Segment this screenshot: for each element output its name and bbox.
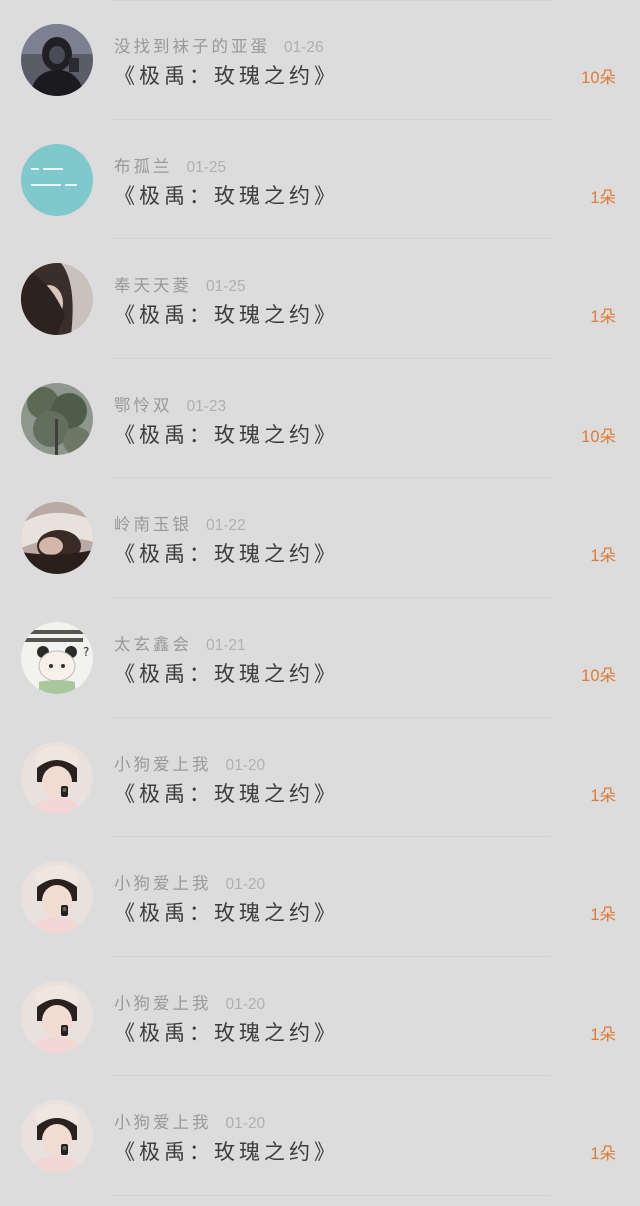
gift-title: 《极禹：玫瑰之约》	[114, 662, 339, 686]
gift-count: 10朵	[581, 667, 616, 685]
dark-hooded-avatar-icon	[21, 24, 93, 96]
gift-title: 《极禹：玫瑰之约》	[114, 64, 339, 88]
gift-title: 《极禹：玫瑰之约》	[114, 542, 339, 567]
avatar[interactable]	[21, 24, 93, 96]
send-date: 01-23	[186, 397, 227, 415]
send-date: 01-20	[225, 756, 266, 774]
list-item[interactable]: 布孤兰 01-25 《极禹：玫瑰之约》 1朵	[0, 120, 640, 240]
gift-count: 1朵	[590, 786, 616, 805]
gift-count: 10朵	[581, 427, 616, 446]
send-date: 01-20	[225, 1115, 266, 1133]
list-item[interactable]: 鄂怜双 01-23 《极禹：玫瑰之约》 10朵	[0, 359, 640, 479]
svg-text:?: ?	[83, 645, 89, 659]
list-item[interactable]: 奉天天菱 01-25 《极禹：玫瑰之约》 1朵	[0, 239, 640, 359]
list-item[interactable]: 小狗爱上我 01-20 《极禹：玫瑰之约》 1朵	[0, 957, 640, 1077]
username[interactable]: 奉天天菱 01-25	[114, 272, 246, 296]
tree-avatar-icon	[21, 382, 93, 455]
girl-with-camera-avatar-icon	[21, 741, 93, 814]
username[interactable]: 鄂怜双 01-23	[114, 392, 226, 416]
gift-count: 1朵	[590, 1145, 616, 1164]
avatar[interactable]	[21, 861, 93, 934]
avatar[interactable]: ?	[21, 622, 93, 694]
send-date: 01-26	[284, 39, 324, 56]
girl-with-camera-avatar-icon	[21, 980, 93, 1053]
avatar[interactable]	[21, 741, 93, 814]
gift-title: 《极禹：玫瑰之约》	[114, 1020, 339, 1045]
gift-count: 10朵	[581, 69, 616, 87]
send-date: 01-25	[206, 278, 246, 296]
list-item[interactable]: 岭南玉银 01-22 《极禹：玫瑰之约》 1朵	[0, 478, 640, 598]
avatar[interactable]	[21, 1100, 93, 1173]
send-date: 01-21	[206, 637, 246, 654]
username[interactable]: 小狗爱上我 01-20	[114, 870, 265, 894]
avatar[interactable]	[21, 502, 93, 575]
gift-title: 《极禹：玫瑰之约》	[114, 422, 339, 447]
gift-title: 《极禹：玫瑰之约》	[114, 1140, 339, 1165]
avatar[interactable]	[21, 263, 93, 336]
username[interactable]: 岭南玉银 01-22	[114, 511, 246, 535]
divider	[112, 1194, 550, 1196]
list-item[interactable]: 小狗爱上我 01-20 《极禹：玫瑰之约》 1朵	[0, 837, 640, 957]
username[interactable]: 小狗爱上我 01-20	[114, 990, 265, 1014]
gift-title: 《极禹：玫瑰之约》	[114, 901, 339, 926]
girl-with-camera-avatar-icon	[21, 1100, 93, 1173]
gift-title: 《极禹：玫瑰之约》	[114, 303, 339, 328]
gift-count: 1朵	[590, 188, 616, 207]
list-item[interactable]: 没找到袜子的亚蛋 01-26 《极禹：玫瑰之约》 10朵	[0, 0, 640, 120]
username[interactable]: 没找到袜子的亚蛋 01-26	[114, 33, 324, 57]
hair-portrait-avatar-icon	[21, 263, 93, 336]
gift-title: 《极禹：玫瑰之约》	[114, 781, 339, 806]
avatar[interactable]	[21, 143, 93, 216]
gift-count: 1朵	[590, 547, 616, 566]
gift-record-list: 没找到袜子的亚蛋 01-26 《极禹：玫瑰之约》 10朵 布孤兰 01-25 《极禹…	[0, 0, 640, 1206]
list-item[interactable]: 小狗爱上我 01-20 《极禹：玫瑰之约》 1朵	[0, 1076, 640, 1196]
gift-count: 1朵	[590, 308, 616, 327]
gift-title: 《极禹：玫瑰之约》	[114, 183, 339, 208]
username[interactable]: 布孤兰 01-25	[114, 153, 226, 177]
gift-count: 1朵	[590, 906, 616, 925]
username[interactable]: 小狗爱上我 01-20	[114, 1109, 265, 1133]
sleeping-girl-avatar-icon	[21, 502, 93, 575]
username[interactable]: 太玄鑫会 01-21	[114, 631, 246, 655]
send-date: 01-25	[186, 158, 227, 176]
gift-count: 1朵	[590, 1025, 616, 1044]
send-date: 01-20	[225, 995, 266, 1013]
list-item[interactable]: ? 太玄鑫会 01-21 《极禹：玫瑰之约》 10朵	[0, 598, 640, 718]
send-date: 01-20	[225, 876, 266, 894]
panda-sticker-avatar-icon: ?	[21, 622, 93, 694]
girl-with-camera-avatar-icon	[21, 861, 93, 934]
list-item[interactable]: 小狗爱上我 01-20 《极禹：玫瑰之约》 1朵	[0, 718, 640, 838]
teal-text-avatar-icon	[21, 143, 93, 216]
avatar[interactable]	[21, 382, 93, 455]
username[interactable]: 小狗爱上我 01-20	[114, 751, 265, 775]
send-date: 01-22	[206, 517, 246, 535]
avatar[interactable]	[21, 980, 93, 1053]
